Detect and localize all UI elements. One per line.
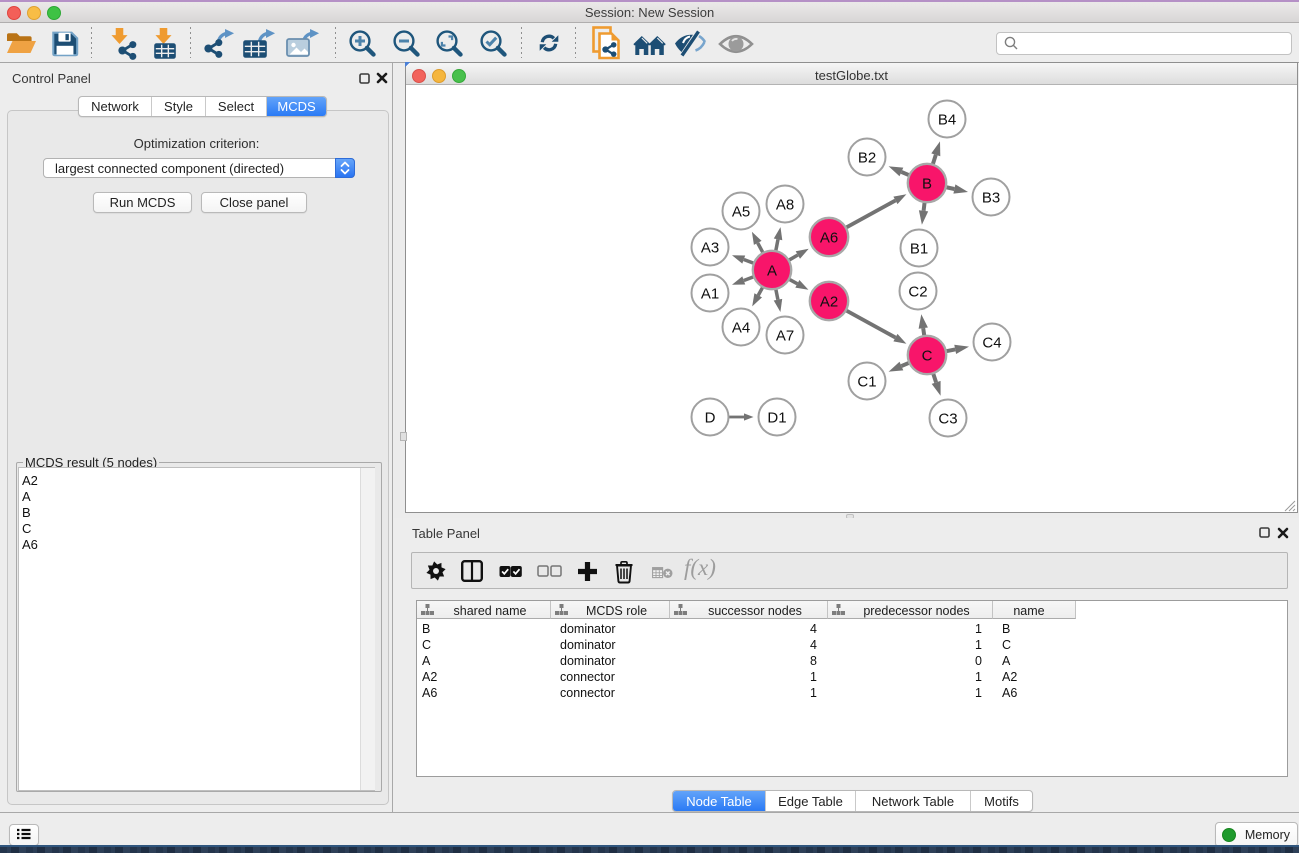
svg-text:B3: B3 (982, 189, 1000, 206)
svg-text:A2: A2 (820, 293, 838, 310)
svg-text:A1: A1 (701, 285, 719, 302)
svg-text:D1: D1 (767, 409, 786, 426)
svg-text:C3: C3 (938, 410, 957, 427)
svg-text:D: D (705, 409, 716, 426)
svg-text:A7: A7 (776, 327, 794, 344)
svg-text:B4: B4 (938, 111, 956, 128)
svg-text:B1: B1 (910, 240, 928, 257)
svg-text:A5: A5 (732, 203, 750, 220)
svg-text:A8: A8 (776, 196, 794, 213)
svg-text:C4: C4 (982, 334, 1001, 351)
svg-text:A: A (767, 262, 777, 279)
svg-text:A4: A4 (732, 319, 750, 336)
svg-text:C2: C2 (908, 283, 927, 300)
svg-text:B2: B2 (858, 149, 876, 166)
svg-text:C: C (922, 347, 933, 364)
svg-text:C1: C1 (857, 373, 876, 390)
svg-text:A6: A6 (820, 229, 838, 246)
svg-text:B: B (922, 175, 932, 192)
svg-text:A3: A3 (701, 239, 719, 256)
